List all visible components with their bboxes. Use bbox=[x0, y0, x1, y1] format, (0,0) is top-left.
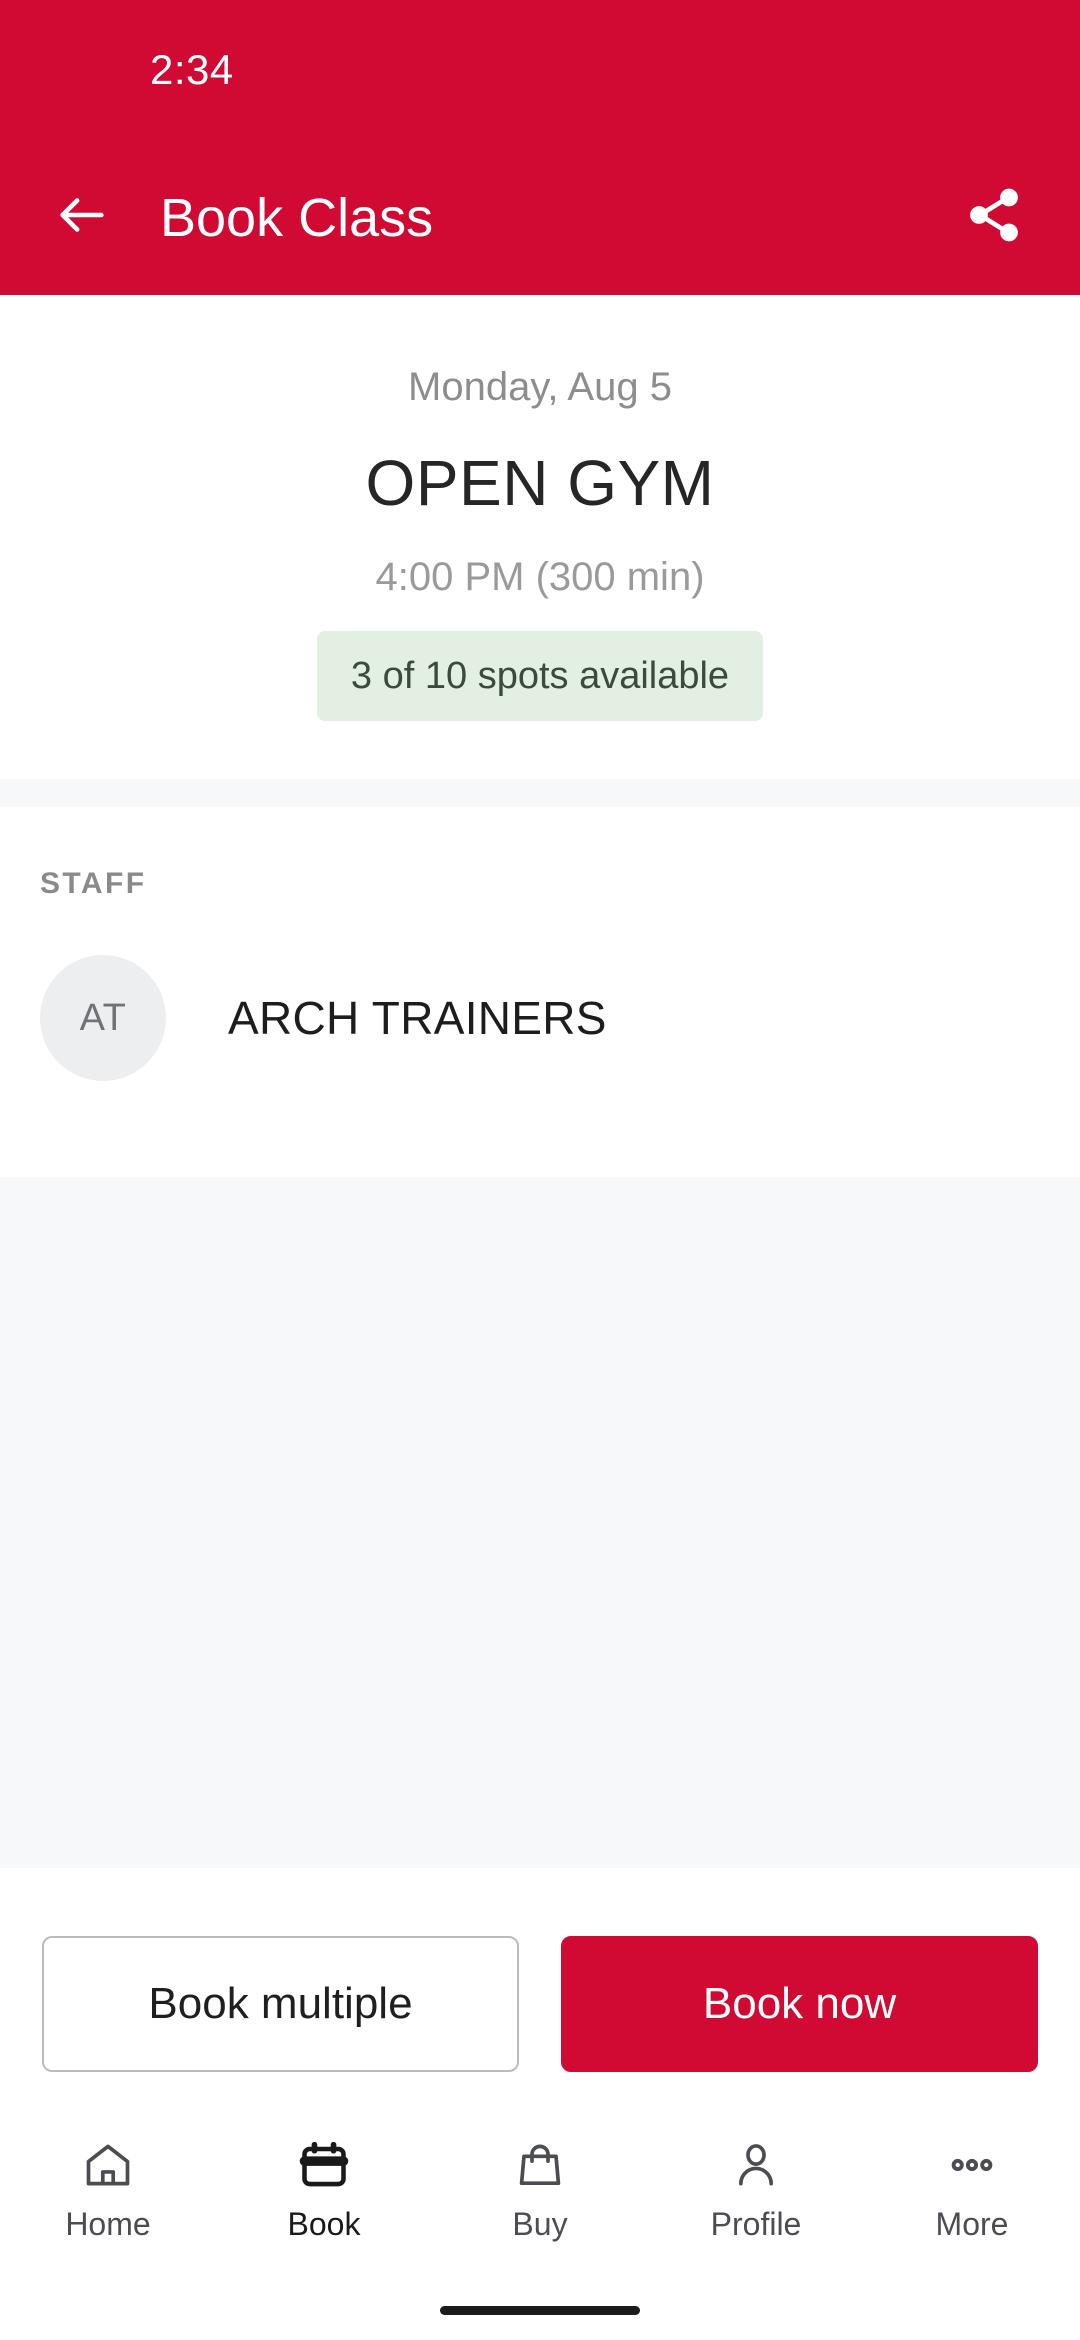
nav-item-home[interactable]: Home bbox=[0, 2134, 216, 2240]
shopping-bag-icon bbox=[514, 2134, 566, 2196]
status-bar: 2:34 bbox=[0, 0, 1080, 140]
class-time-duration: 4:00 PM (300 min) bbox=[375, 555, 705, 599]
nav-label-buy: Buy bbox=[512, 2206, 568, 2242]
app-screen: 2:34 Book Class Monday, Aug 5 OPEN GYM 4… bbox=[0, 0, 1080, 2340]
book-multiple-button[interactable]: Book multiple bbox=[42, 1936, 519, 2072]
nav-label-more: More bbox=[935, 2206, 1009, 2242]
class-name: OPEN GYM bbox=[365, 447, 715, 519]
more-dots-icon bbox=[946, 2134, 998, 2196]
staff-name: ARCH TRAINERS bbox=[228, 992, 607, 1044]
class-summary: Monday, Aug 5 OPEN GYM 4:00 PM (300 min)… bbox=[0, 295, 1080, 779]
calendar-icon bbox=[298, 2134, 350, 2196]
class-date: Monday, Aug 5 bbox=[408, 365, 672, 409]
share-icon bbox=[964, 185, 1024, 250]
share-button[interactable] bbox=[956, 180, 1032, 256]
nav-label-home: Home bbox=[65, 2206, 151, 2242]
empty-content-area bbox=[0, 1177, 1080, 1868]
back-button[interactable] bbox=[46, 182, 118, 254]
section-divider bbox=[0, 779, 1080, 807]
gesture-navigation-bar bbox=[0, 2280, 1080, 2340]
home-icon bbox=[82, 2134, 134, 2196]
nav-item-more[interactable]: More bbox=[864, 2134, 1080, 2240]
nav-item-buy[interactable]: Buy bbox=[432, 2134, 648, 2240]
book-now-button[interactable]: Book now bbox=[561, 1936, 1038, 2072]
app-bar: Book Class bbox=[0, 140, 1080, 295]
action-bar: Book multiple Book now bbox=[0, 1868, 1080, 2120]
staff-section-label: STAFF bbox=[40, 867, 147, 900]
arrow-left-icon bbox=[53, 186, 111, 249]
staff-section: STAFF AT ARCH TRAINERS bbox=[0, 807, 1080, 1177]
nav-item-profile[interactable]: Profile bbox=[648, 2134, 864, 2240]
gesture-handle[interactable] bbox=[440, 2305, 640, 2315]
person-icon bbox=[730, 2134, 782, 2196]
nav-label-profile: Profile bbox=[710, 2206, 802, 2242]
avatar: AT bbox=[40, 955, 166, 1081]
status-badge: 3 of 10 spots available bbox=[316, 631, 764, 721]
status-bar-clock: 2:34 bbox=[150, 46, 234, 93]
staff-list-item[interactable]: AT ARCH TRAINERS bbox=[0, 955, 1080, 1177]
nav-label-book: Book bbox=[287, 2206, 361, 2242]
nav-item-book[interactable]: Book bbox=[216, 2134, 432, 2240]
bottom-navigation: Home Book Buy Profile More bbox=[0, 2120, 1080, 2280]
page-title: Book Class bbox=[160, 187, 434, 248]
avatar-initials: AT bbox=[79, 997, 127, 1039]
